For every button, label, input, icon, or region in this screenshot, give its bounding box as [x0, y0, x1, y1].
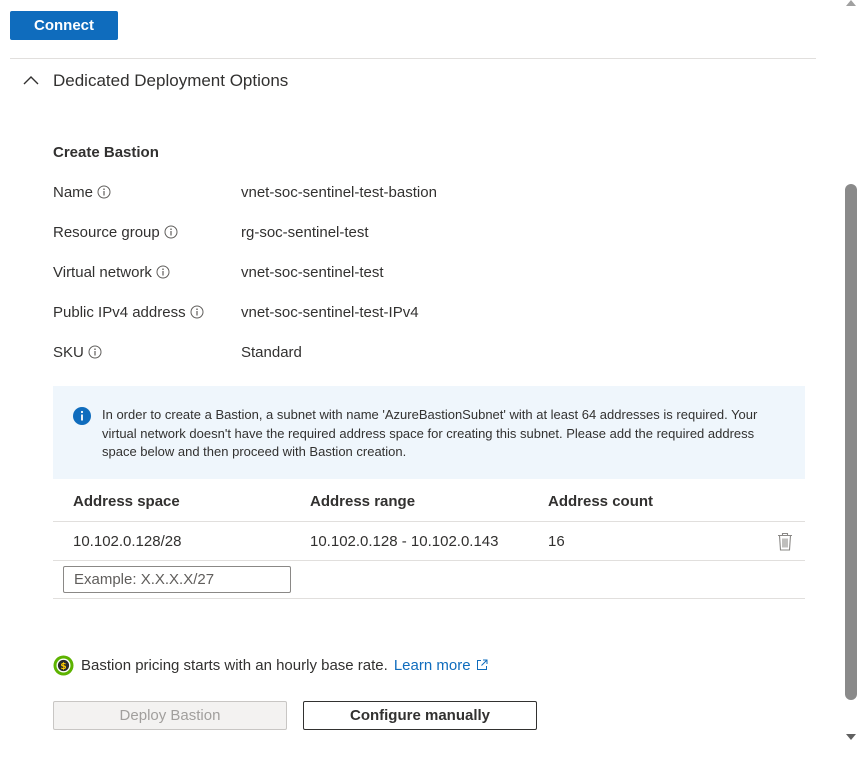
- divider: [10, 58, 816, 59]
- external-link-icon[interactable]: [476, 659, 488, 671]
- info-filled-icon: [73, 407, 91, 425]
- info-icon[interactable]: [156, 265, 170, 279]
- field-row-sku: SKU Standard: [53, 342, 302, 362]
- field-value: Standard: [241, 343, 302, 361]
- info-icon[interactable]: [164, 225, 178, 239]
- scroll-up-arrow-icon[interactable]: [846, 0, 856, 6]
- field-label: SKU: [53, 343, 84, 361]
- info-message-bar: In order to create a Bastion, a subnet w…: [53, 386, 805, 479]
- field-value: vnet-soc-sentinel-test-IPv4: [241, 303, 419, 321]
- field-label: Name: [53, 183, 94, 201]
- column-header-address-range: Address range: [310, 493, 416, 510]
- scroll-down-arrow-icon[interactable]: [846, 734, 856, 740]
- field-row-virtual-network: Virtual network vnet-soc-sentinel-test: [53, 262, 384, 282]
- pricing-info: $ Bastion pricing starts with an hourly …: [53, 654, 488, 676]
- scrollbar-thumb[interactable]: [845, 184, 857, 700]
- configure-manually-button[interactable]: Configure manually: [303, 701, 537, 730]
- create-bastion-heading: Create Bastion: [53, 144, 159, 161]
- info-message-text: In order to create a Bastion, a subnet w…: [102, 407, 758, 459]
- section-title: Dedicated Deployment Options: [53, 71, 289, 90]
- connect-button[interactable]: Connect: [10, 11, 118, 40]
- chevron-up-icon: [23, 76, 39, 85]
- deploy-bastion-button[interactable]: Deploy Bastion: [53, 701, 287, 730]
- cell-address-count: 16: [548, 532, 565, 550]
- field-value: vnet-soc-sentinel-test-bastion: [241, 183, 437, 201]
- cell-address-space: 10.102.0.128/28: [73, 532, 182, 550]
- svg-text:$: $: [60, 662, 66, 672]
- cell-address-range: 10.102.0.128 - 10.102.0.143: [310, 532, 499, 550]
- field-value: rg-soc-sentinel-test: [241, 223, 369, 241]
- table-header: Address space Address range Address coun…: [53, 482, 805, 522]
- column-header-address-count: Address count: [548, 493, 654, 510]
- pricing-text: Bastion pricing starts with an hourly ba…: [81, 656, 388, 674]
- table-input-row: [53, 561, 805, 599]
- field-row-public-ipv4: Public IPv4 address vnet-soc-sentinel-te…: [53, 302, 419, 322]
- column-header-address-space: Address space: [73, 493, 180, 510]
- table-row: 10.102.0.128/28 10.102.0.128 - 10.102.0.…: [53, 522, 805, 561]
- section-header-dedicated-deployment[interactable]: Dedicated Deployment Options: [22, 68, 288, 94]
- learn-more-link[interactable]: Learn more: [394, 657, 471, 674]
- field-row-resource-group: Resource group rg-soc-sentinel-test: [53, 222, 369, 242]
- address-space-table: Address space Address range Address coun…: [53, 482, 805, 599]
- address-space-input[interactable]: [63, 566, 291, 593]
- info-icon[interactable]: [97, 185, 111, 199]
- info-icon[interactable]: [88, 345, 102, 359]
- field-label: Virtual network: [53, 263, 152, 281]
- field-value: vnet-soc-sentinel-test: [241, 263, 384, 281]
- coin-icon: $: [53, 655, 74, 675]
- info-icon[interactable]: [190, 305, 204, 319]
- field-label: Public IPv4 address: [53, 303, 186, 321]
- field-label: Resource group: [53, 223, 160, 241]
- trash-icon[interactable]: [777, 532, 793, 551]
- field-row-name: Name vnet-soc-sentinel-test-bastion: [53, 182, 437, 202]
- vertical-scrollbar[interactable]: [840, 0, 862, 763]
